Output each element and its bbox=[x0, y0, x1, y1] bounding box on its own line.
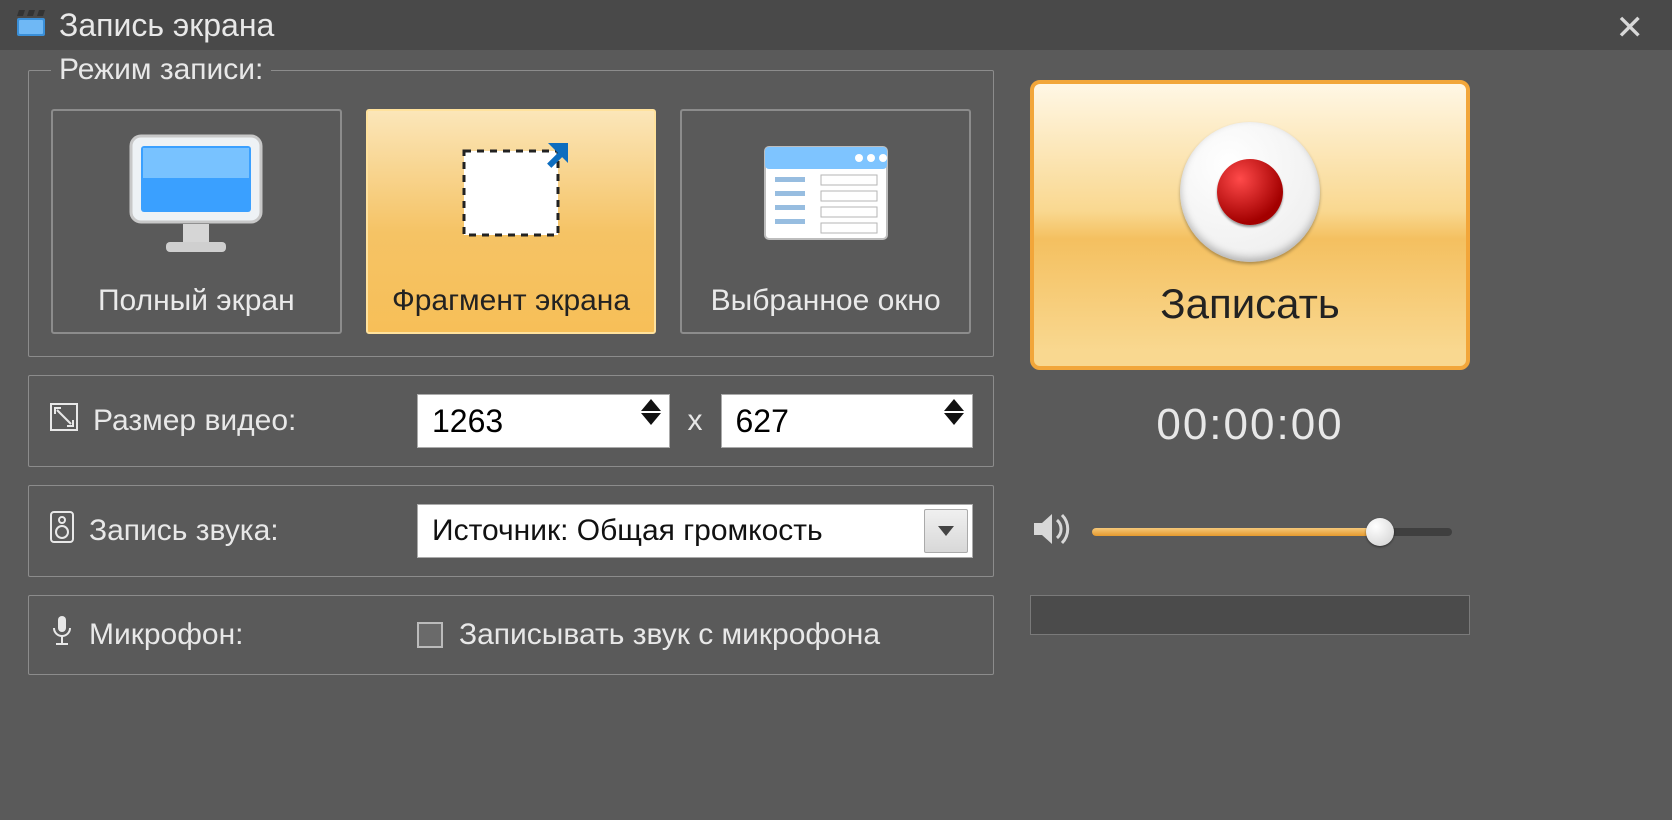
close-icon[interactable]: ✕ bbox=[1616, 8, 1645, 48]
record-mode-group: Режим записи: Полный экран bbox=[28, 70, 994, 357]
volume-thumb[interactable] bbox=[1366, 518, 1394, 546]
selection-icon bbox=[368, 111, 655, 274]
recording-timer: 00:00:00 bbox=[1030, 400, 1470, 450]
mode-region-label: Фрагмент экрана bbox=[392, 284, 630, 318]
video-width-input[interactable] bbox=[417, 394, 670, 448]
app-icon bbox=[15, 8, 49, 43]
window-icon bbox=[682, 111, 969, 274]
window-title: Запись экрана bbox=[59, 7, 274, 44]
record-panel: Записать 00:00:00 bbox=[1030, 80, 1470, 635]
video-size-row: Размер видео: x bbox=[28, 375, 994, 467]
audio-source-select[interactable]: Источник: Общая громкость bbox=[417, 504, 973, 558]
record-button-label: Записать bbox=[1160, 280, 1339, 328]
video-size-label-wrap: Размер видео: bbox=[49, 402, 399, 440]
height-step-down[interactable] bbox=[944, 413, 964, 425]
audio-source-label-wrap: Запись звука: bbox=[49, 510, 399, 552]
monitor-icon bbox=[53, 111, 340, 274]
chevron-down-icon[interactable] bbox=[924, 509, 968, 553]
audio-source-value: Источник: Общая громкость bbox=[432, 514, 823, 548]
microphone-row: Микрофон: Записывать звук с микрофона bbox=[28, 595, 994, 675]
microphone-checkbox[interactable] bbox=[417, 622, 443, 648]
speaker-icon bbox=[49, 510, 75, 552]
record-mode-title: Режим записи: bbox=[51, 53, 271, 87]
volume-fill bbox=[1092, 528, 1380, 536]
video-size-label: Размер видео: bbox=[93, 404, 296, 438]
video-height-field[interactable] bbox=[722, 402, 922, 441]
mode-window-label: Выбранное окно bbox=[711, 284, 941, 318]
mode-buttons-row: Полный экран Фрагмент экрана bbox=[51, 109, 971, 334]
microphone-label-wrap: Микрофон: bbox=[49, 614, 399, 656]
size-separator: x bbox=[688, 404, 703, 438]
video-height-input[interactable] bbox=[721, 394, 974, 448]
resize-icon bbox=[49, 402, 79, 440]
titlebar: Запись экрана ✕ bbox=[0, 0, 1672, 50]
mode-fullscreen-label: Полный экран bbox=[98, 284, 295, 318]
audio-source-row: Запись звука: Источник: Общая громкость bbox=[28, 485, 994, 577]
microphone-icon bbox=[49, 614, 75, 656]
mode-region-button[interactable]: Фрагмент экрана bbox=[366, 109, 657, 334]
record-button[interactable]: Записать bbox=[1030, 80, 1470, 370]
volume-row bbox=[1030, 510, 1470, 553]
width-step-down[interactable] bbox=[641, 413, 661, 425]
volume-slider[interactable] bbox=[1092, 528, 1452, 536]
mode-fullscreen-button[interactable]: Полный экран bbox=[51, 109, 342, 334]
microphone-label: Микрофон: bbox=[89, 618, 244, 652]
microphone-checkbox-label: Записывать звук с микрофона bbox=[459, 618, 880, 652]
height-step-up[interactable] bbox=[944, 399, 964, 411]
mic-level-meter bbox=[1030, 595, 1470, 635]
video-width-field[interactable] bbox=[418, 402, 618, 441]
volume-icon bbox=[1030, 510, 1072, 553]
audio-source-label: Запись звука: bbox=[89, 514, 279, 548]
settings-panel: Режим записи: Полный экран bbox=[28, 70, 994, 693]
record-icon bbox=[1180, 122, 1320, 262]
width-step-up[interactable] bbox=[641, 399, 661, 411]
mode-window-button[interactable]: Выбранное окно bbox=[680, 109, 971, 334]
